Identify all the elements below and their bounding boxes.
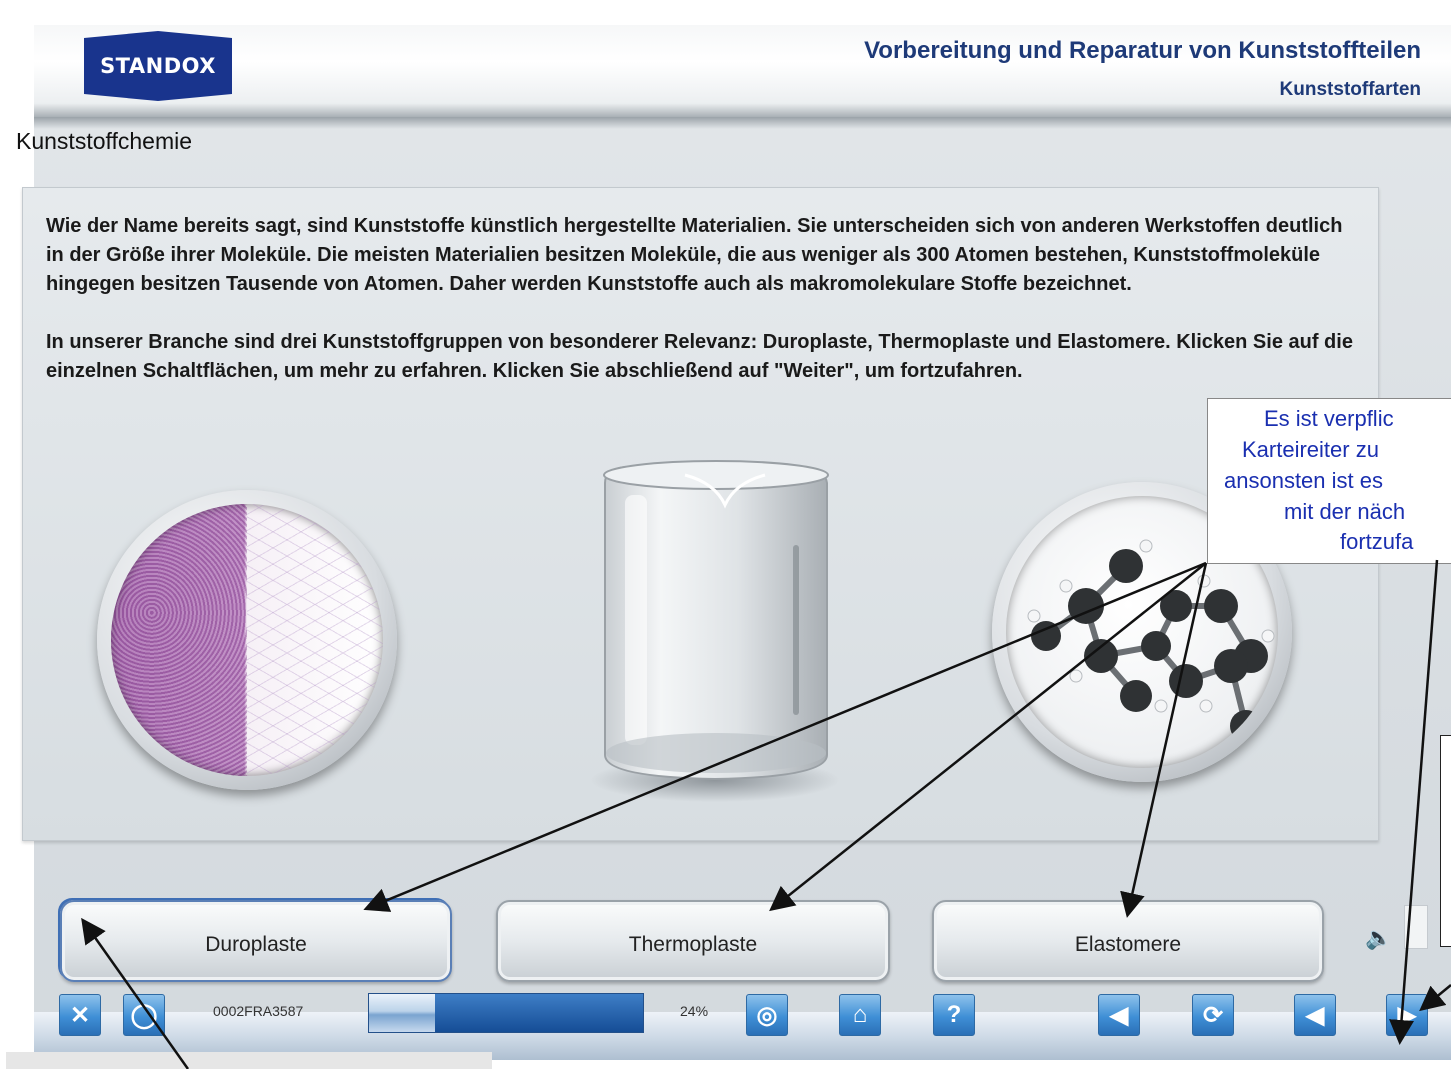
- replay-icon[interactable]: ⟳: [1192, 994, 1234, 1036]
- microscope-texture-image: [111, 504, 383, 776]
- progress-fill: [369, 994, 435, 1032]
- tab-label: Elastomere: [1074, 933, 1182, 956]
- globe-icon[interactable]: ◎: [746, 994, 788, 1036]
- intro-text: Wie der Name bereits sagt, sind Kunststo…: [46, 212, 1356, 415]
- next-arrow-icon[interactable]: ▶: [1386, 994, 1428, 1036]
- audio-volume-box[interactable]: [1404, 905, 1428, 949]
- annotation-line: mit der näch: [1284, 499, 1406, 524]
- header: STANDOX Vorbereitung und Reparatur von K…: [34, 25, 1451, 117]
- help-icon[interactable]: ?: [933, 994, 975, 1036]
- annotation-line: Es ist verpflic: [1264, 406, 1394, 431]
- progress-percent: 24%: [680, 1003, 709, 1019]
- settings-icon[interactable]: ◯: [123, 994, 165, 1036]
- annotation-callout: Es ist verpflic Karteireiter zu ansonste…: [1207, 398, 1451, 564]
- annotation-line: Karteireiter zu: [1242, 437, 1379, 462]
- intro-paragraph-2: In unserer Branche sind drei Kunststoffg…: [46, 331, 1353, 382]
- close-icon[interactable]: ✕: [59, 994, 101, 1036]
- annotation-line: ansonsten ist es: [1224, 468, 1383, 493]
- header-shadow: [34, 117, 1451, 129]
- status-strip: [6, 1052, 492, 1069]
- tab-elastomere[interactable]: Elastomere: [932, 900, 1324, 982]
- course-title: Vorbereitung und Reparatur von Kunststof…: [864, 37, 1421, 64]
- back-arrow-icon[interactable]: ◀: [1294, 994, 1336, 1036]
- standox-logo: STANDOX: [84, 31, 232, 101]
- course-code: 0002FRA3587: [213, 1003, 304, 1019]
- duroplaste-illustration: [97, 490, 397, 790]
- tab-label: Duroplaste: [205, 933, 307, 956]
- annotation-line: fortzufa: [1340, 529, 1414, 554]
- tab-duroplaste[interactable]: Duroplaste: [60, 900, 452, 982]
- page-title: Kunststoffchemie: [16, 128, 193, 154]
- tab-label: Thermoplaste: [628, 933, 758, 956]
- beaker-illustration: [590, 460, 840, 802]
- intro-paragraph-1: Wie der Name bereits sagt, sind Kunststo…: [46, 215, 1343, 295]
- progress-bar: [368, 993, 644, 1033]
- tab-thermoplaste[interactable]: Thermoplaste: [496, 900, 890, 982]
- annotation-box-right: [1440, 735, 1451, 947]
- section-title: Kunststoffarten: [1279, 79, 1421, 100]
- home-icon[interactable]: ⌂: [839, 994, 881, 1036]
- speaker-icon[interactable]: 🔈: [1364, 925, 1394, 953]
- audio-icon[interactable]: ◀: [1098, 994, 1140, 1036]
